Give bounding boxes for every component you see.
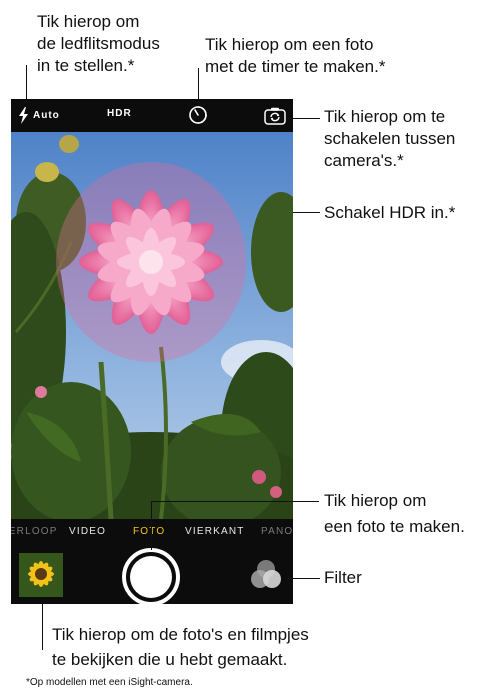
switch-camera-icon xyxy=(264,107,286,125)
callout-shutter-line-1: Tik hierop om xyxy=(324,491,427,510)
callout-flash-line-2: de ledflitsmodus xyxy=(37,34,160,53)
callout-timer-line-1: Tik hierop om een foto xyxy=(205,35,374,54)
mode-foto[interactable]: FOTO xyxy=(133,526,165,537)
viewfinder-photo xyxy=(11,132,293,519)
callout-gallery-line-1: Tik hierop om de foto's en filmpjes xyxy=(52,625,309,644)
callout-shutter-leader-v xyxy=(151,501,152,550)
callout-flash-line-1: Tik hierop om xyxy=(37,12,140,31)
callout-timer: Tik hierop om een foto met de timer te m… xyxy=(205,34,385,78)
callout-filter-leader xyxy=(288,578,320,579)
timer-button[interactable] xyxy=(188,105,208,125)
callout-flash-leader xyxy=(26,65,27,99)
shutter-button[interactable] xyxy=(122,548,180,604)
mode-panorama[interactable]: PANORAMA xyxy=(261,526,293,537)
filter-button[interactable] xyxy=(248,557,284,593)
hdr-button[interactable]: HDR xyxy=(107,108,132,119)
footnote: *Op modellen met een iSight-camera. xyxy=(26,677,193,688)
callout-shutter-line-2: een foto te maken. xyxy=(324,517,465,536)
switch-camera-button[interactable] xyxy=(264,107,286,125)
mode-selector[interactable]: TIJDVERLOOP VIDEO FOTO VIERKANT PANORAMA xyxy=(11,524,293,540)
callout-switch-leader xyxy=(290,118,320,119)
thumbnail-sunflower xyxy=(19,553,63,597)
flash-icon xyxy=(19,106,28,124)
last-photo-thumbnail[interactable] xyxy=(19,553,63,597)
filter-icon xyxy=(251,560,281,588)
camera-top-bar: Auto HDR xyxy=(11,99,293,132)
flash-mode-label: Auto xyxy=(33,109,60,121)
callout-gallery-leader xyxy=(42,600,43,650)
shutter-inner xyxy=(130,556,172,598)
callout-switch-line-3: camera's.* xyxy=(324,151,404,170)
mode-vierkant[interactable]: VIERKANT xyxy=(185,526,245,537)
callout-shutter-leader-h xyxy=(151,501,319,502)
callout-flash-line-3: in te stellen.* xyxy=(37,56,135,75)
callout-filter: Filter xyxy=(324,568,362,587)
flash-button[interactable]: Auto xyxy=(18,106,60,124)
camera-screen: Auto HDR ERLOOP VIDEO FOTO VIERKANT PANO xyxy=(11,99,293,604)
callout-switch-line-1: Tik hierop om te xyxy=(324,107,446,126)
mode-tijdverloop[interactable]: TIJDVERLOOP xyxy=(11,526,58,537)
callout-hdr: Schakel HDR in.* xyxy=(324,203,456,222)
callout-switch-line-2: schakelen tussen xyxy=(324,129,456,148)
viewfinder[interactable] xyxy=(11,132,293,519)
callout-flash: Tik hierop om de ledflitsmodus in te ste… xyxy=(37,11,160,77)
callout-gallery-line-2: te bekijken die u hebt gemaakt. xyxy=(52,650,288,669)
callout-shutter: Tik hierop om een foto te maken. xyxy=(324,490,465,538)
callout-gallery: Tik hierop om de foto's en filmpjes te b… xyxy=(52,624,309,671)
timer-icon xyxy=(189,106,207,124)
mode-video[interactable]: VIDEO xyxy=(69,526,106,537)
callout-timer-line-2: met de timer te maken.* xyxy=(205,57,386,76)
callout-switch-camera: Tik hierop om te schakelen tussen camera… xyxy=(324,106,455,172)
